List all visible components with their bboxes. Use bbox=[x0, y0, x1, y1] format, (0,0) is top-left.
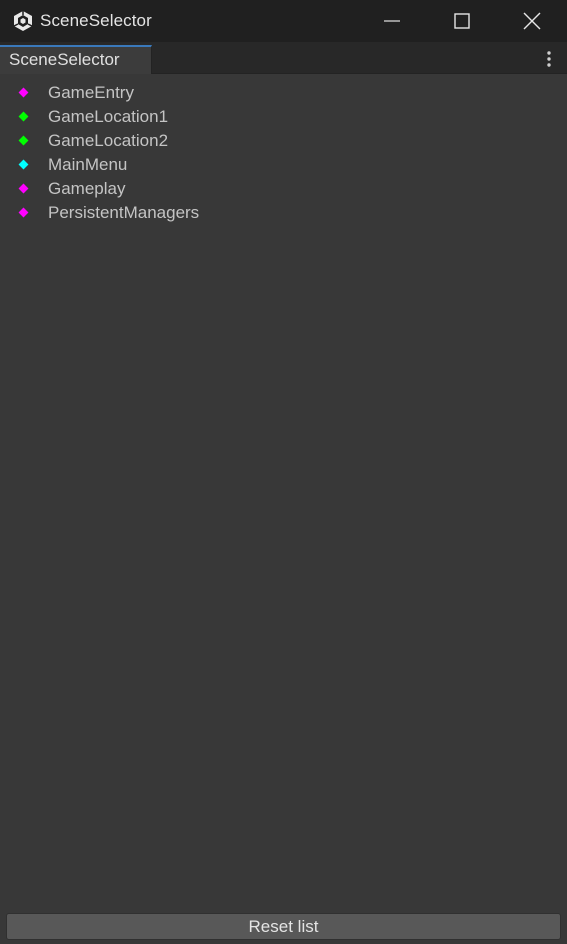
scene-selector-window: SceneSelector SceneSelector GameEntry Ga… bbox=[0, 0, 567, 944]
tab-bar: SceneSelector bbox=[0, 42, 567, 74]
minimize-button[interactable] bbox=[357, 0, 427, 42]
window-title: SceneSelector bbox=[40, 11, 152, 30]
scene-diamond-icon bbox=[18, 159, 29, 170]
scene-label: Gameplay bbox=[48, 179, 126, 198]
minimize-icon bbox=[384, 20, 400, 22]
scene-diamond-icon bbox=[18, 87, 29, 98]
maximize-icon bbox=[454, 13, 470, 29]
scene-label: MainMenu bbox=[48, 155, 128, 174]
maximize-button[interactable] bbox=[427, 0, 497, 42]
tab-scene-selector[interactable]: SceneSelector bbox=[0, 45, 152, 74]
scene-label: GameLocation2 bbox=[48, 131, 169, 150]
scene-label: GameLocation1 bbox=[48, 107, 169, 126]
list-item[interactable]: GameLocation2 bbox=[0, 129, 567, 153]
list-item[interactable]: MainMenu bbox=[0, 153, 567, 177]
scene-diamond-icon bbox=[18, 183, 29, 194]
list-item[interactable]: GameLocation1 bbox=[0, 105, 567, 129]
scene-label: PersistentManagers bbox=[48, 203, 200, 222]
reset-list-button[interactable]: Reset list bbox=[6, 913, 561, 940]
scene-list: GameEntry GameLocation1 GameLocation2 Ma… bbox=[0, 81, 567, 225]
close-icon bbox=[523, 12, 541, 30]
list-item[interactable]: PersistentManagers bbox=[0, 201, 567, 225]
scene-diamond-icon bbox=[18, 111, 29, 122]
scene-diamond-icon bbox=[18, 207, 29, 218]
window-menu-button[interactable] bbox=[539, 49, 559, 69]
close-button[interactable] bbox=[497, 0, 567, 42]
list-item[interactable]: Gameplay bbox=[0, 177, 567, 201]
title-bar[interactable]: SceneSelector bbox=[0, 0, 567, 42]
kebab-menu-icon bbox=[547, 51, 551, 67]
unity-logo-icon bbox=[12, 10, 34, 32]
scene-label: GameEntry bbox=[48, 83, 134, 102]
list-item[interactable]: GameEntry bbox=[0, 81, 567, 105]
scene-diamond-icon bbox=[18, 135, 29, 146]
